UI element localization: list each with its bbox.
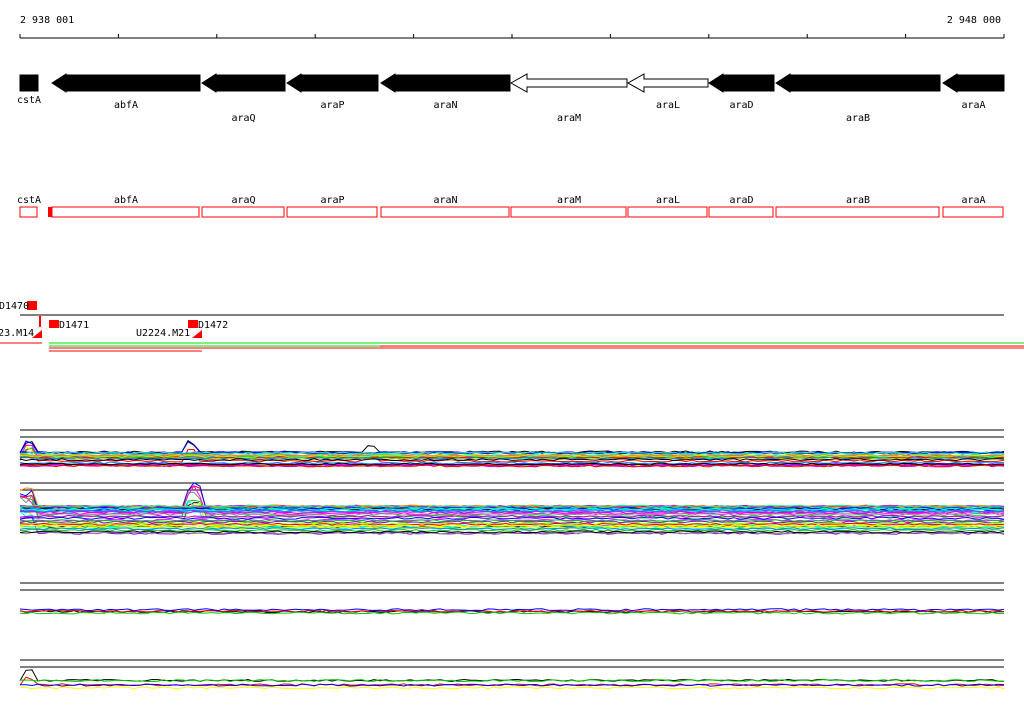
gene-box-label-araM: araM [557,195,581,206]
gene-label-araQ: araQ [231,113,255,124]
gene-araM-arrow[interactable] [509,73,628,93]
expression-line [19,487,1005,508]
gene-label-araL: araL [656,100,680,111]
gene-box-label-araQ: araQ [231,195,255,206]
gene-track: cstA abfA araQ araP araN araM araL araD araB araA [17,73,1005,124]
gene-label-araD: araD [729,100,753,111]
gene-box-label-araN: araN [433,195,457,206]
gene-box-label-abfA: abfA [114,195,138,206]
triangle-marker [192,330,202,338]
gene-araL-arrow[interactable] [626,73,709,93]
gene-label-abfA: abfA [114,100,138,111]
gene-label-araP: araP [320,100,344,111]
gene-box-araN[interactable] [380,206,510,218]
expression-line [19,611,1005,615]
gene-box-araP[interactable] [286,206,378,218]
gene-araN-arrow[interactable] [380,73,511,93]
gene-cstA-arrow[interactable] [19,74,39,92]
feature-label-d1471[interactable]: D1471 [59,320,89,331]
gene-label-araM: araM [557,113,581,124]
gene-box-label-cstA: cstA [17,195,41,206]
gene-label-araA: araA [961,100,985,111]
ruler-end-label: 2 948 000 [947,15,1001,26]
gene-label-araB: araB [846,113,870,124]
gene-araA-arrow[interactable] [942,73,1005,93]
feature-label-d1470[interactable]: D1470 [0,301,29,312]
gene-box-araB[interactable] [775,206,940,218]
expression-line [19,679,1005,683]
gene-label-araN: araN [433,100,457,111]
feature-label-u2223[interactable]: U2223.M14 [0,328,34,339]
gene-araP-arrow[interactable] [286,73,379,93]
gene-box-label-araB: araB [846,195,870,206]
gene-araB-arrow[interactable] [775,73,941,93]
gene-box-araD[interactable] [708,206,774,218]
expression-line [19,686,1005,690]
feature-label-d1472[interactable]: D1472 [198,320,228,331]
gene-box-araM[interactable] [510,206,627,218]
feature-D1472-marker[interactable] [188,320,198,328]
gene-araD-arrow[interactable] [708,73,775,93]
gene-araQ-arrow[interactable] [201,73,286,93]
expression-line [19,439,1005,454]
gene-label-cstA: cstA [17,95,41,106]
expression-tracks [19,429,1005,690]
gene-box-label-araP: araP [320,195,344,206]
gene-box-cstA[interactable] [19,206,38,218]
feature-label-u2224[interactable]: U2224.M21 [136,328,190,339]
ruler-start-label: 2 938 001 [20,15,74,26]
gene-box-label-araD: araD [729,195,753,206]
expression-line [19,608,1005,612]
gene-box-track: cstA abfA araQ araP araN araM araL araD araB araA [17,195,1004,218]
expression-line [19,669,1005,682]
gene-box-araL[interactable] [627,206,708,218]
gene-abfA-arrow[interactable] [51,73,201,93]
gene-box-label-araA: araA [961,195,985,206]
gene-box-label-araL: araL [656,195,680,206]
gene-box-araQ[interactable] [201,206,285,218]
gene-box-araA[interactable] [942,206,1004,218]
coordinate-ruler: 2 938 001 2 948 000 [19,15,1005,39]
feature-D1471-marker[interactable] [49,320,59,328]
gene-box-abfA[interactable] [51,206,200,218]
feature-track: D1470 D1471 D1472 U2223.M14 U2224.M21 [0,301,1024,352]
genome-browser-canvas: 2 938 001 2 948 000 cstA abfA araQ araP araN… [0,15,1024,690]
